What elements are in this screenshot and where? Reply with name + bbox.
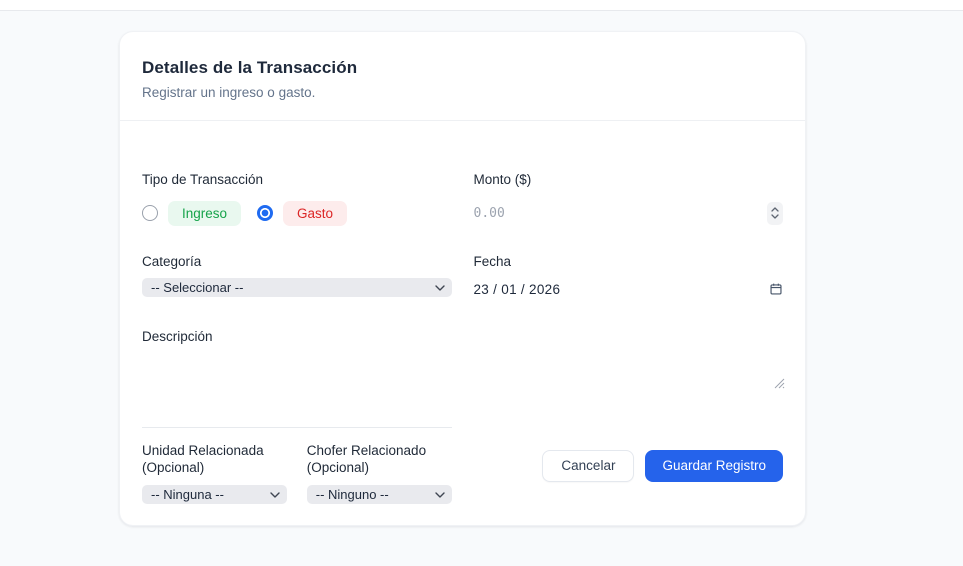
tipo-label: Tipo de Transacción xyxy=(142,172,264,187)
gasto-radio[interactable] xyxy=(257,205,274,221)
chofer-select[interactable]: -- Ninguno -- xyxy=(306,485,452,504)
ingreso-radio[interactable] xyxy=(142,205,158,221)
resize-handle-icon[interactable] xyxy=(772,376,785,389)
ingreso-pill-label[interactable]: Ingreso xyxy=(168,200,242,226)
field-descripcion: Descripción xyxy=(142,328,785,389)
gasto-pill-label[interactable]: Gasto xyxy=(283,200,348,226)
card-header: Detalles de la Transacción Registrar un … xyxy=(120,32,805,121)
field-chofer-relacionado: Chofer Relacionado (Opcional) -- Ninguno… xyxy=(306,442,452,504)
form-actions: Cancelar Guardar Registro xyxy=(474,427,783,504)
chofer-label: Chofer Relacionado (Opcional) xyxy=(306,443,427,475)
card-body: Tipo de Transacción Ingreso Gasto Monto … xyxy=(120,121,805,525)
categoria-select[interactable]: -- Seleccionar -- xyxy=(142,278,452,297)
page-top-strip xyxy=(0,0,963,11)
descripcion-textarea[interactable] xyxy=(142,351,783,389)
field-tipo-transaccion: Tipo de Transacción Ingreso Gasto xyxy=(142,171,452,226)
section-divider xyxy=(142,427,452,428)
fecha-input[interactable]: 23 / 01 / 2026 xyxy=(474,278,784,300)
fecha-value[interactable]: 23 / 01 / 2026 xyxy=(474,282,561,297)
monto-label: Monto ($) xyxy=(473,172,532,187)
unidad-select[interactable]: -- Ninguna -- xyxy=(142,485,287,504)
field-categoria: Categoría -- Seleccionar -- xyxy=(142,253,452,300)
card-title: Detalles de la Transacción xyxy=(142,58,358,77)
number-stepper-icon[interactable] xyxy=(767,201,783,225)
field-unidad-relacionada: Unidad Relacionada (Opcional) -- Ninguna… xyxy=(142,442,287,504)
calendar-icon[interactable] xyxy=(769,282,783,296)
field-monto: Monto ($) xyxy=(473,171,783,225)
unidad-label: Unidad Relacionada (Opcional) xyxy=(142,443,264,475)
optional-fields-section: Unidad Relacionada (Opcional) -- Ninguna… xyxy=(142,427,452,504)
categoria-label: Categoría xyxy=(142,254,202,269)
card-subtitle: Registrar un ingreso o gasto. xyxy=(142,85,316,100)
descripcion-label: Descripción xyxy=(142,329,213,344)
fecha-label: Fecha xyxy=(473,254,512,269)
field-fecha: Fecha 23 / 01 / 2026 xyxy=(474,253,784,300)
transaction-form-card: Detalles de la Transacción Registrar un … xyxy=(119,31,806,526)
cancel-button[interactable]: Cancelar xyxy=(542,449,635,482)
save-button[interactable]: Guardar Registro xyxy=(645,449,783,482)
monto-input[interactable] xyxy=(473,205,767,221)
